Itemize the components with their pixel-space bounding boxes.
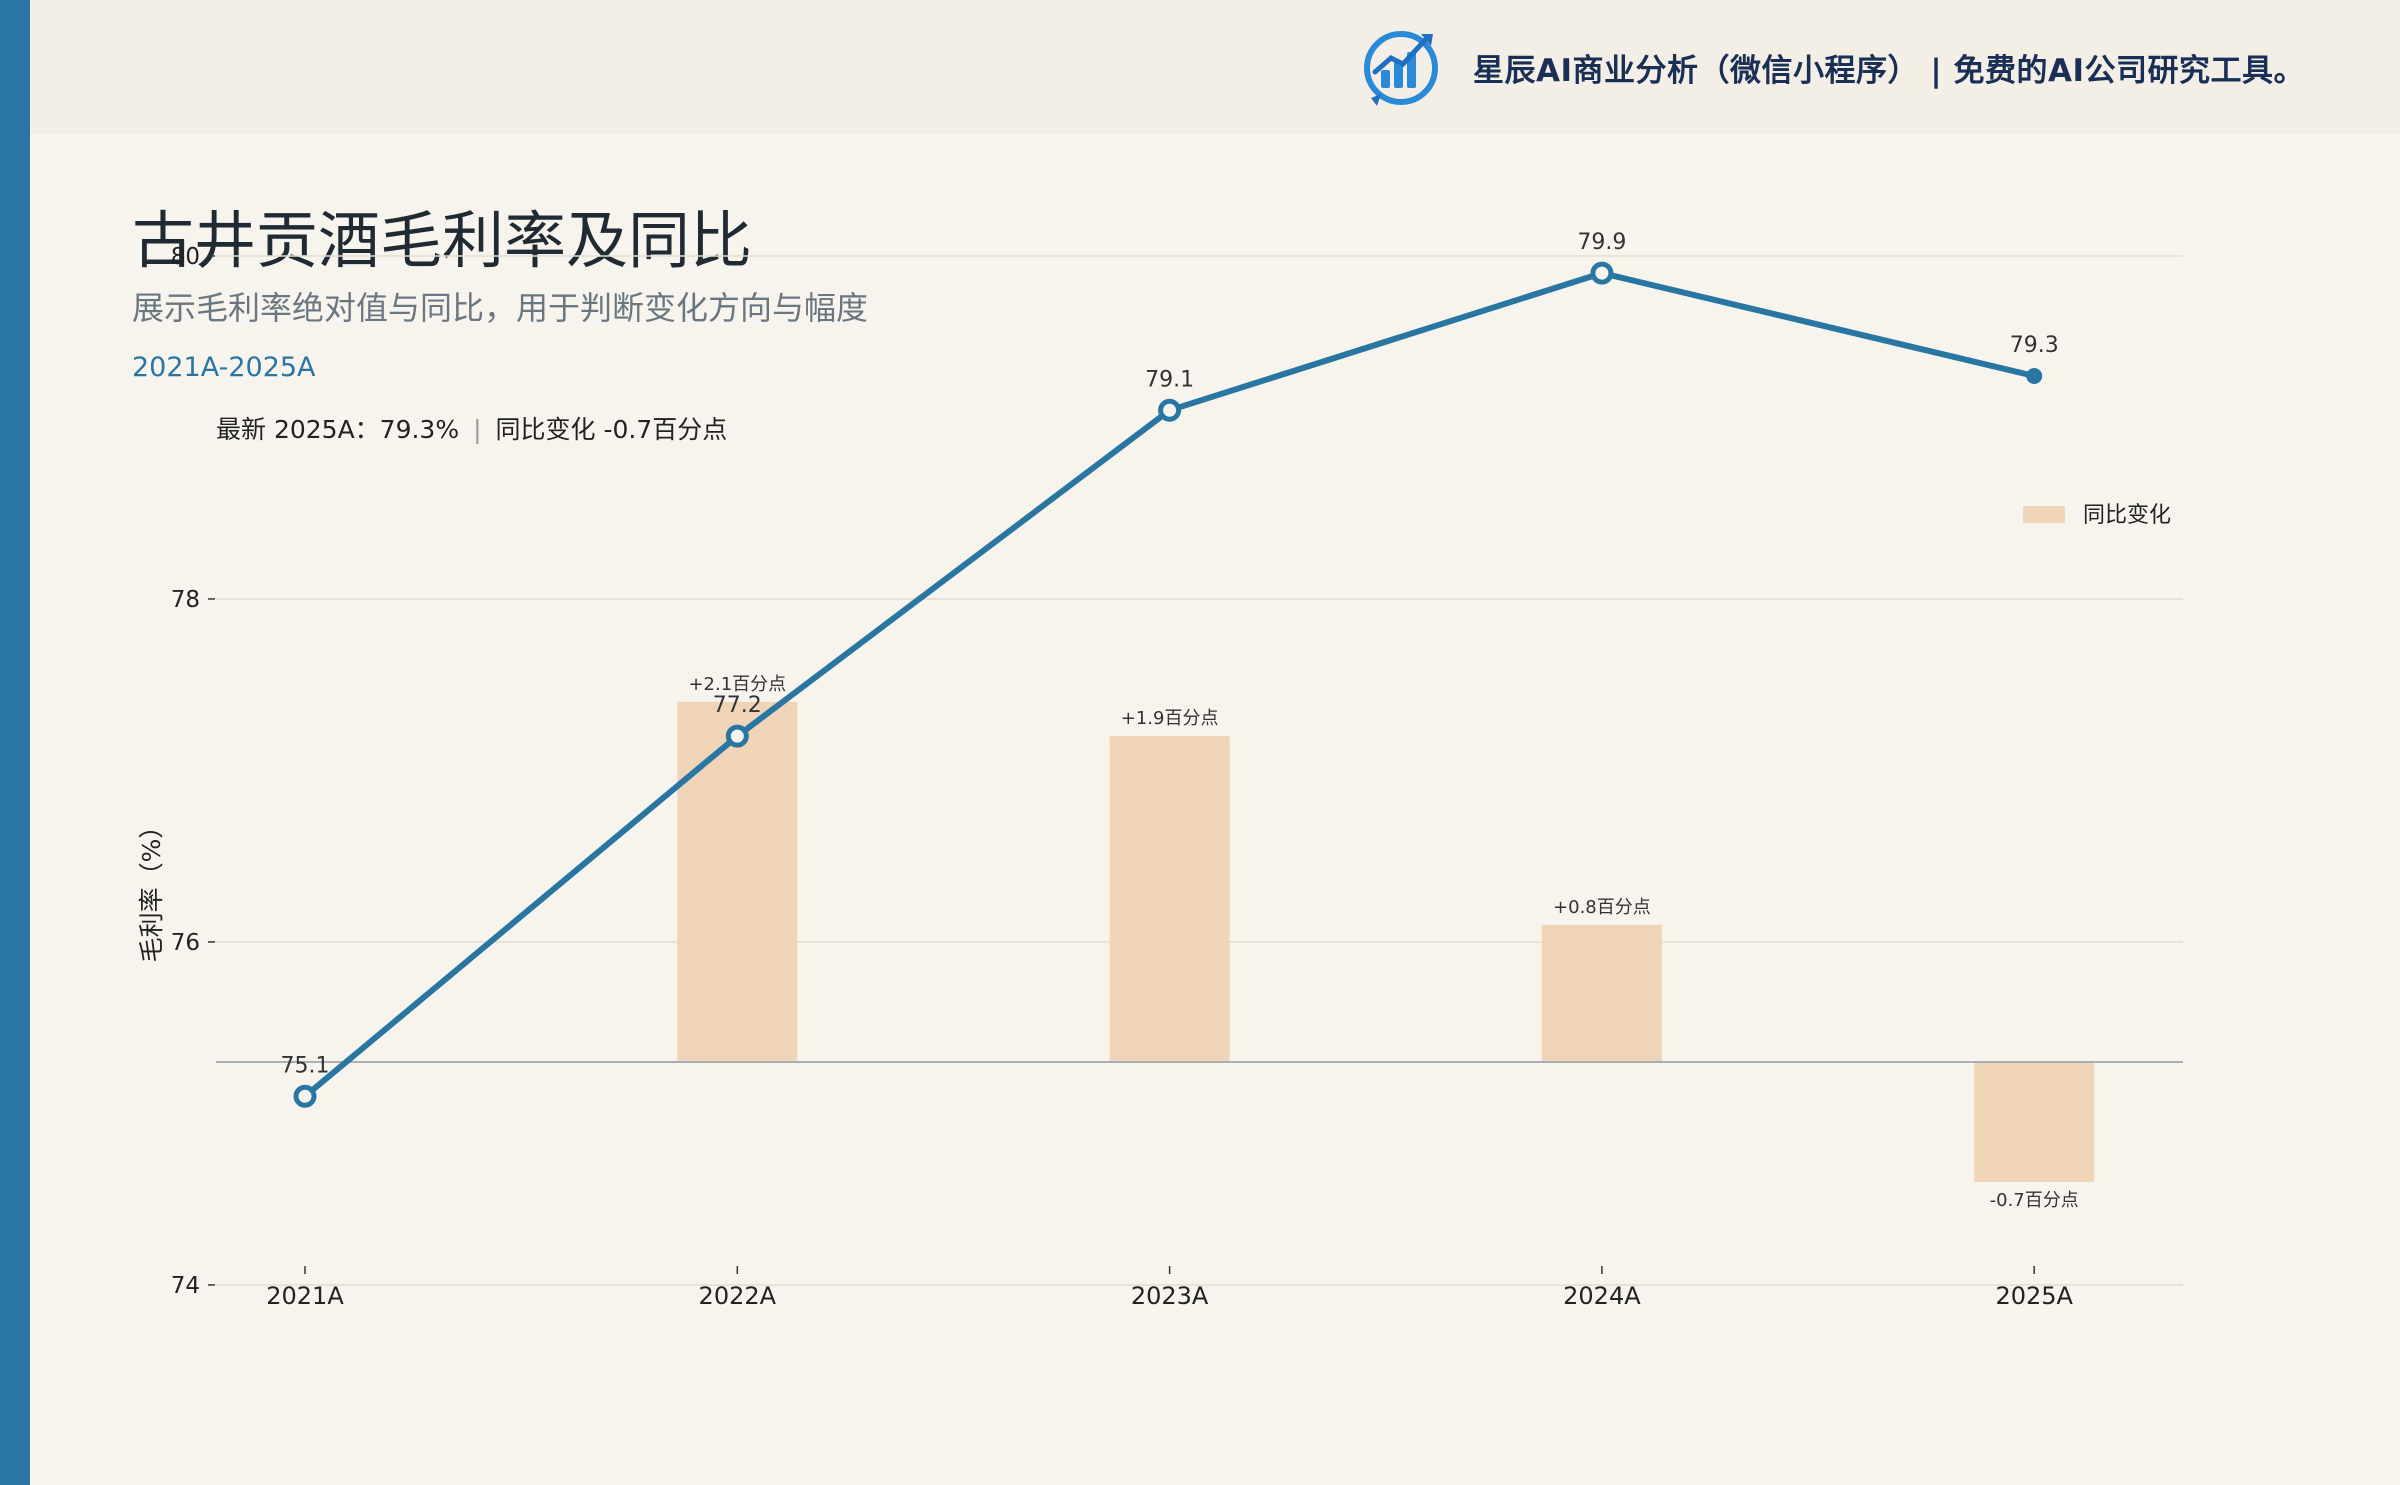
line-point	[725, 724, 749, 748]
line-point	[1158, 398, 1182, 422]
line-value-label: 79.3	[2010, 333, 2059, 358]
line-point	[1590, 261, 1614, 285]
yoy-bar-label: -0.7百分点	[1990, 1190, 2079, 1211]
yoy-bar-label: +1.9百分点	[1121, 708, 1219, 729]
y-axis-label: 毛利率（%）	[137, 814, 166, 963]
line-value-label: 77.2	[713, 693, 762, 718]
yoy-bar	[1109, 736, 1230, 1062]
yoy-bar	[1974, 1062, 2095, 1183]
x-tick-label: 2022A	[699, 1282, 777, 1310]
legend-label: 同比变化	[2083, 503, 2171, 528]
y-tick-label: 74	[171, 1273, 200, 1299]
y-tick-label: 78	[171, 587, 200, 613]
yoy-bar-label: +0.8百分点	[1553, 897, 1651, 918]
y-tick-label: 76	[171, 930, 200, 956]
line-value-label: 79.9	[1577, 230, 1626, 255]
page: 星辰AI商业分析（微信小程序） | 免费的AI公司研究工具。 古井贡酒毛利率及同…	[0, 0, 2400, 1485]
line-value-label: 75.1	[281, 1053, 330, 1078]
legend-swatch	[2023, 506, 2065, 523]
yoy-bar	[1541, 924, 1662, 1062]
y-tick-label: 80	[171, 244, 200, 270]
line-point	[293, 1084, 317, 1108]
yoy-bar	[677, 701, 798, 1062]
x-tick-label: 2021A	[266, 1282, 344, 1310]
yoy-bar-label: +2.1百分点	[688, 674, 786, 695]
x-tick-label: 2025A	[1995, 1282, 2073, 1310]
line-point	[2026, 368, 2043, 384]
line-value-label: 79.1	[1145, 367, 1194, 392]
chart: 7476788082毛利率（%）+2.1百分点+1.9百分点+0.8百分点-0.…	[137, 230, 2183, 1310]
x-tick-label: 2024A	[1563, 1282, 1641, 1310]
x-tick-label: 2023A	[1131, 1282, 1209, 1310]
